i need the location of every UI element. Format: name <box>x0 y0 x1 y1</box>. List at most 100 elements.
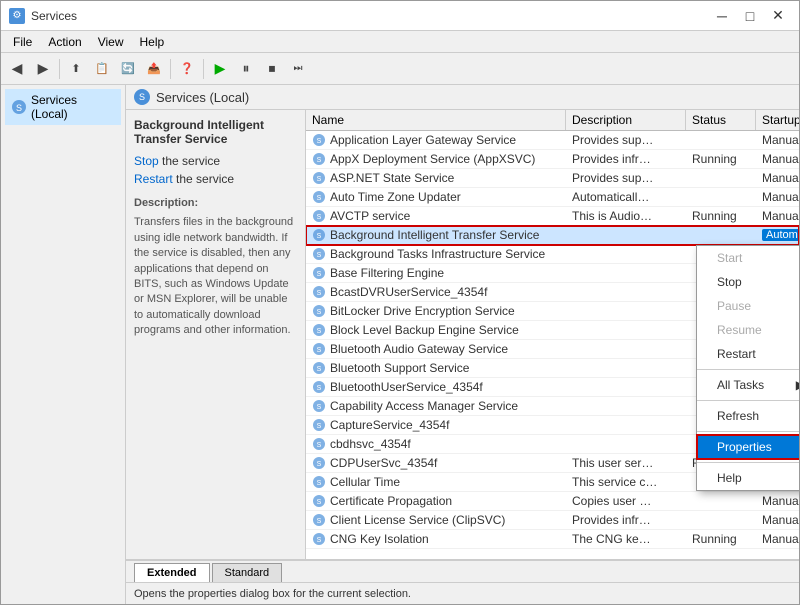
service-icon: S <box>312 209 326 223</box>
services-area: Name Description Status Startup Typ… S A… <box>306 110 799 559</box>
svg-text:S: S <box>317 404 322 411</box>
nav-item-services-local[interactable]: S Services (Local) <box>5 89 121 125</box>
svg-text:S: S <box>317 518 322 525</box>
service-name-cell: S Certificate Propagation <box>306 492 566 510</box>
service-icon: S <box>312 456 326 470</box>
restart-toolbar-button[interactable]: ⏭ <box>286 57 310 81</box>
service-icon: S <box>312 285 326 299</box>
description-panel: Background Intelligent Transfer Service … <box>126 110 306 559</box>
content-area: S Services (Local) S Services (Local) Ba… <box>1 85 799 604</box>
service-name-cell: S Cellular Time <box>306 473 566 491</box>
main-panel: S Services (Local) Background Intelligen… <box>126 85 799 604</box>
svg-text:S: S <box>317 233 322 240</box>
stop-link[interactable]: Stop <box>134 154 159 168</box>
table-row[interactable]: S Auto Time Zone Updater Automaticall… M… <box>306 188 799 207</box>
view-menu[interactable]: View <box>90 33 132 51</box>
service-icon: S <box>312 475 326 489</box>
minimize-button[interactable]: ─ <box>709 6 735 26</box>
table-row[interactable]: S Application Layer Gateway Service Prov… <box>306 131 799 150</box>
restart-link[interactable]: Restart <box>134 172 173 186</box>
ctx-resume[interactable]: Resume <box>697 318 799 342</box>
service-name-cell: S Auto Time Zone Updater <box>306 188 566 206</box>
table-row[interactable]: S AVCTP service This is Audio… Running M… <box>306 207 799 226</box>
tab-standard[interactable]: Standard <box>212 563 283 582</box>
panel-header: S Services (Local) <box>126 85 799 110</box>
ctx-pause[interactable]: Pause <box>697 294 799 318</box>
svg-text:S: S <box>317 214 322 221</box>
service-name-cell: S ASP.NET State Service <box>306 169 566 187</box>
svg-text:S: S <box>317 138 322 145</box>
export-button[interactable]: 📤 <box>142 57 166 81</box>
left-nav: S Services (Local) <box>1 85 126 604</box>
table-row-bits[interactable]: S Background Intelligent Transfer Servic… <box>306 226 799 245</box>
service-name-cell: S Background Tasks Infrastructure Servic… <box>306 245 566 263</box>
col-startup[interactable]: Startup Typ… <box>756 110 799 130</box>
show-hide-button[interactable]: 📋 <box>90 57 114 81</box>
col-status[interactable]: Status <box>686 110 756 130</box>
svg-text:S: S <box>317 309 322 316</box>
title-bar: ⚙ Services ─ □ ✕ <box>1 1 799 31</box>
table-row[interactable]: S Client License Service (ClipSVC) Provi… <box>306 511 799 530</box>
service-name-cell: S CDPUserSvc_4354f <box>306 454 566 472</box>
service-icon: S <box>312 171 326 185</box>
col-name[interactable]: Name <box>306 110 566 130</box>
table-row[interactable]: S ASP.NET State Service Provides sup… Ma… <box>306 169 799 188</box>
maximize-button[interactable]: □ <box>737 6 763 26</box>
file-menu[interactable]: File <box>5 33 40 51</box>
service-icon: S <box>312 247 326 261</box>
ctx-restart[interactable]: Restart <box>697 342 799 366</box>
ctx-all-tasks[interactable]: All Tasks ▶ <box>697 373 799 397</box>
service-name-cell: S Client License Service (ClipSVC) <box>306 511 566 529</box>
panel-header-icon: S <box>134 89 150 105</box>
action-menu[interactable]: Action <box>40 33 89 51</box>
close-button[interactable]: ✕ <box>765 6 791 26</box>
svg-text:S: S <box>317 537 322 544</box>
service-name-cell: S BluetoothUserService_4354f <box>306 378 566 396</box>
table-row[interactable]: S Certificate Propagation Copies user … … <box>306 492 799 511</box>
service-name-cell: S Block Level Backup Engine Service <box>306 321 566 339</box>
run-button[interactable]: ▶ <box>208 57 232 81</box>
svg-text:S: S <box>317 423 322 430</box>
svg-text:S: S <box>317 290 322 297</box>
help-menu[interactable]: Help <box>132 33 173 51</box>
table-row[interactable]: S CNG Key Isolation The CNG ke… Running … <box>306 530 799 549</box>
ctx-refresh[interactable]: Refresh <box>697 404 799 428</box>
service-name-cell: S AVCTP service <box>306 207 566 225</box>
restart-link-container: Restart the service <box>134 172 297 186</box>
tab-extended[interactable]: Extended <box>134 563 210 582</box>
pause-button[interactable]: ⏸ <box>234 57 258 81</box>
service-icon: S <box>312 418 326 432</box>
ctx-stop[interactable]: Stop <box>697 270 799 294</box>
help-button[interactable]: ❓ <box>175 57 199 81</box>
back-button[interactable]: ◀ <box>5 57 29 81</box>
ctx-properties[interactable]: Properties <box>697 435 799 459</box>
service-icon: S <box>312 304 326 318</box>
up-button[interactable]: ⬆ <box>64 57 88 81</box>
service-icon: S <box>312 190 326 204</box>
ctx-sep-2 <box>697 400 799 401</box>
service-icon: S <box>312 380 326 394</box>
service-name-cell: S Bluetooth Audio Gateway Service <box>306 340 566 358</box>
service-name-cell: S CaptureService_4354f <box>306 416 566 434</box>
service-icon: S <box>312 323 326 337</box>
svg-text:S: S <box>317 271 322 278</box>
service-name-cell: S BitLocker Drive Encryption Service <box>306 302 566 320</box>
status-bar: Opens the properties dialog box for the … <box>126 582 799 604</box>
window-title: Services <box>31 9 703 23</box>
ctx-sep-1 <box>697 369 799 370</box>
ctx-help[interactable]: Help <box>697 466 799 490</box>
ctx-start[interactable]: Start <box>697 246 799 270</box>
table-row[interactable]: S AppX Deployment Service (AppXSVC) Prov… <box>306 150 799 169</box>
service-icon: S <box>312 399 326 413</box>
svg-text:S: S <box>317 461 322 468</box>
service-icon: S <box>312 361 326 375</box>
context-menu: Start Stop Pause Resume Restart All Task… <box>696 245 799 491</box>
forward-button[interactable]: ▶ <box>31 57 55 81</box>
col-description[interactable]: Description <box>566 110 686 130</box>
svg-text:S: S <box>317 328 322 335</box>
service-name-cell: S Background Intelligent Transfer Servic… <box>306 226 566 244</box>
service-name-cell: S Base Filtering Engine <box>306 264 566 282</box>
refresh-button[interactable]: 🔄 <box>116 57 140 81</box>
stop-button[interactable]: ⏹ <box>260 57 284 81</box>
toolbar: ◀ ▶ ⬆ 📋 🔄 📤 ❓ ▶ ⏸ ⏹ ⏭ <box>1 53 799 85</box>
